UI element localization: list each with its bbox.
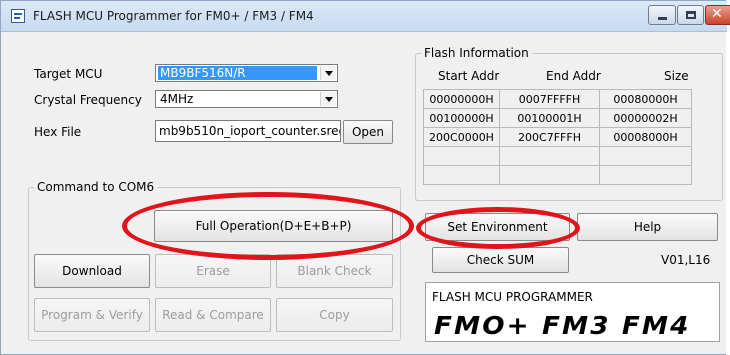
table-cell <box>423 165 500 185</box>
chevron-down-icon[interactable] <box>320 66 336 80</box>
program-verify-button[interactable]: Program & Verify <box>34 298 150 332</box>
table-cell: 00000002H <box>599 108 692 128</box>
version-label: V01,L16 <box>661 253 711 267</box>
table-cell: 00000000H <box>423 89 500 109</box>
copy-button[interactable]: Copy <box>276 298 393 332</box>
programmer-logo-panel: FLASH MCU PROGRAMMER FMO+ FM3 FM4 <box>425 282 720 342</box>
crystal-frequency-select[interactable]: 4MHz <box>155 90 338 108</box>
maximize-button[interactable] <box>677 5 704 25</box>
chevron-down-icon[interactable] <box>320 92 336 106</box>
maximize-icon <box>686 11 696 19</box>
fm-logo: FMO+ FM3 FM4 <box>434 311 691 340</box>
table-cell: 00100000H <box>423 108 500 128</box>
hex-file-input[interactable]: mb9b510n_ioport_counter.srec <box>155 120 341 142</box>
hex-file-value: mb9b510n_ioport_counter.srec <box>159 124 341 138</box>
table-cell: 200C0000H <box>423 127 500 147</box>
table-cell <box>599 165 692 185</box>
flash-info-table: 00000000H 0007FFFFH 00080000H 00100000H … <box>423 89 692 185</box>
full-operation-button[interactable]: Full Operation(D+E+B+P) <box>154 210 393 242</box>
close-button[interactable]: ✕ <box>705 5 730 25</box>
crystal-frequency-label: Crystal Frequency <box>34 93 142 107</box>
table-row: 200C0000H 200C7FFFH 00008000H <box>423 127 692 147</box>
close-icon: ✕ <box>711 6 723 22</box>
command-group-title: Command to COM6 <box>34 180 158 194</box>
title-bar[interactable]: FLASH MCU Programmer for FM0+ / FM3 / FM… <box>1 1 730 32</box>
blank-check-button[interactable]: Blank Check <box>276 254 393 288</box>
target-mcu-label: Target MCU <box>34 67 103 81</box>
end-addr-header: End Addr <box>546 69 601 83</box>
table-cell <box>499 165 600 185</box>
table-cell: 00100001H <box>499 108 600 128</box>
table-cell <box>499 146 600 166</box>
size-header: Size <box>664 69 689 83</box>
app-icon <box>11 9 25 23</box>
target-mcu-value: MB9BF516N/R <box>158 66 317 80</box>
hex-file-label: Hex File <box>34 125 82 139</box>
minimize-icon <box>658 17 667 20</box>
set-environment-button[interactable]: Set Environment <box>425 213 570 241</box>
flash-information-title: Flash Information <box>421 46 532 60</box>
check-sum-button[interactable]: Check SUM <box>432 247 569 273</box>
window-title: FLASH MCU Programmer for FM0+ / FM3 / FM… <box>33 9 314 23</box>
download-button[interactable]: Download <box>34 254 150 288</box>
table-cell <box>599 146 692 166</box>
table-row: 00000000H 0007FFFFH 00080000H <box>423 89 692 109</box>
table-cell: 00008000H <box>599 127 692 147</box>
minimize-button[interactable] <box>648 5 676 25</box>
logo-title: FLASH MCU PROGRAMMER <box>432 290 593 304</box>
target-mcu-select[interactable]: MB9BF516N/R <box>155 64 338 82</box>
open-button[interactable]: Open <box>343 120 393 144</box>
table-row <box>423 165 692 185</box>
erase-button[interactable]: Erase <box>155 254 271 288</box>
read-compare-button[interactable]: Read & Compare <box>155 298 271 332</box>
table-cell: 00080000H <box>599 89 692 109</box>
crystal-frequency-value: 4MHz <box>160 92 194 106</box>
table-cell: 200C7FFFH <box>499 127 600 147</box>
table-row <box>423 146 692 166</box>
help-button[interactable]: Help <box>577 213 718 241</box>
start-addr-header: Start Addr <box>438 69 500 83</box>
app-window: FLASH MCU Programmer for FM0+ / FM3 / FM… <box>0 0 730 355</box>
table-cell: 0007FFFFH <box>499 89 600 109</box>
table-row: 00100000H 00100001H 00000002H <box>423 108 692 128</box>
table-cell <box>423 146 500 166</box>
